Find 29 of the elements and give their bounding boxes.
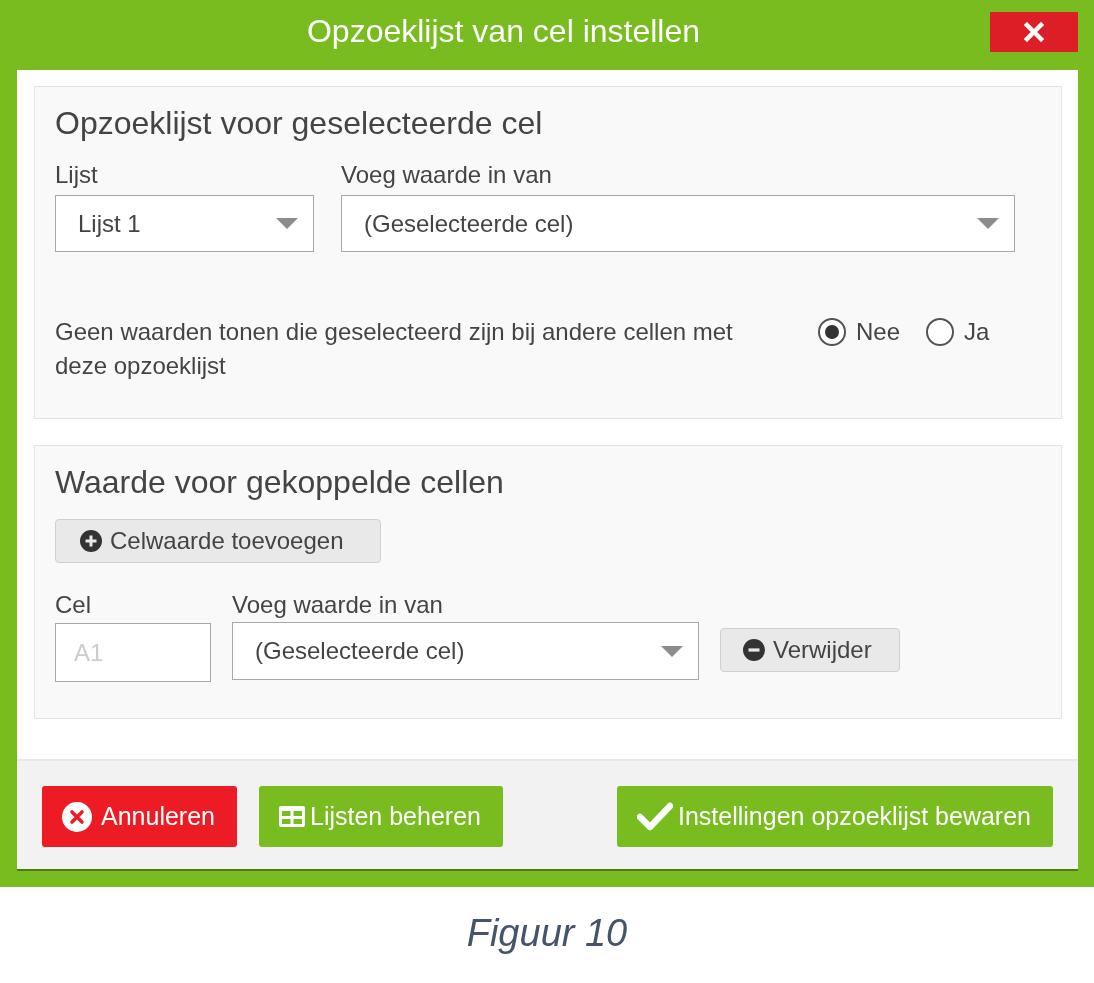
field-label: Cel	[55, 592, 92, 618]
radio-button[interactable]	[926, 318, 955, 346]
option-text: Geen waarden tonen die geselecteerd zijn bij andere cellen met deze opzoeklijst	[55, 317, 734, 381]
dropdown[interactable]: (Geselecteerde cel)	[341, 195, 1015, 252]
radio-button[interactable]	[818, 318, 846, 346]
caret-icon	[661, 645, 683, 657]
field-label: Voeg waarde in van	[232, 592, 444, 618]
section-title: Waarde voor gekoppelde cellen	[55, 463, 505, 501]
dialog-title: Opzoeklijst van cel instellen	[305, 12, 702, 50]
section-title: Opzoeklijst voor geselecteerde cel	[55, 104, 544, 142]
plus-circle-icon	[80, 530, 102, 552]
radio-label: Ja	[964, 318, 990, 346]
remove-button[interactable]: Verwijder	[720, 628, 900, 672]
check-icon	[637, 802, 673, 831]
dropdown[interactable]: Lijst 1	[55, 195, 314, 252]
caret-icon	[276, 218, 298, 229]
radio-label: Nee	[856, 318, 901, 346]
close-button[interactable]	[990, 12, 1078, 52]
figure-caption: Figuur 10	[465, 911, 629, 956]
table-icon	[279, 806, 305, 827]
footer-button[interactable]: Annuleren	[42, 786, 237, 847]
caret-icon	[977, 218, 999, 229]
field-label: Lijst	[55, 162, 99, 188]
add-cell-value-button[interactable]: Celwaarde toevoegen	[55, 519, 381, 563]
close-icon	[1024, 22, 1044, 42]
minus-circle-icon	[743, 639, 765, 661]
dropdown[interactable]: (Geselecteerde cel)	[232, 622, 699, 680]
x-circle-icon	[62, 801, 92, 832]
field-label: Voeg waarde in van	[341, 162, 553, 188]
